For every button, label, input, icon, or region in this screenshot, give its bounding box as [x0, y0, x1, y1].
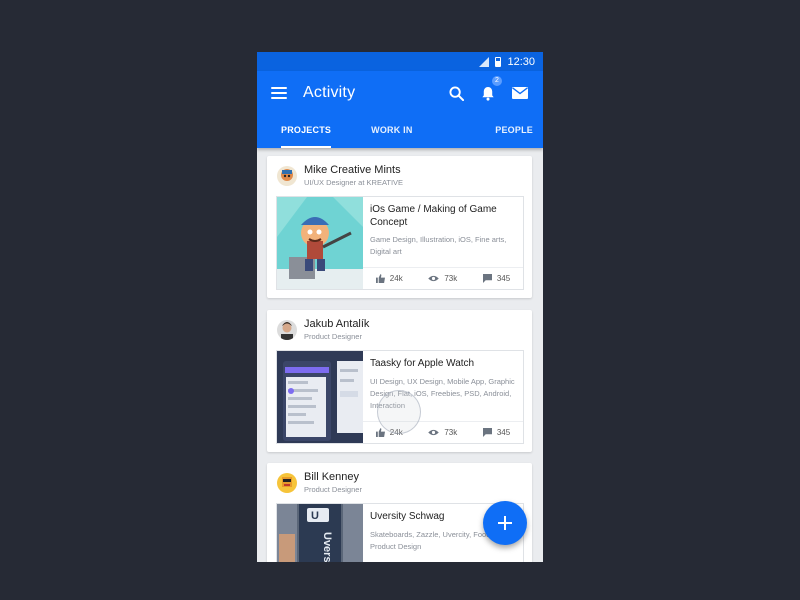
views-stat: 73k: [428, 428, 457, 437]
thumbs-up-icon: [375, 274, 385, 283]
project-card[interactable]: Mike Creative Mints UI/UX Designer at KR…: [267, 156, 532, 298]
tab-people[interactable]: PEOPLE: [495, 115, 533, 148]
comments-stat[interactable]: 345: [482, 428, 511, 437]
tab-work-in-progress[interactable]: WORK IN PROGRESS: [371, 115, 455, 165]
svg-text:Uvers: Uvers: [321, 532, 333, 562]
comment-icon: [482, 428, 492, 437]
comment-icon: [482, 274, 492, 283]
comments-count: 345: [496, 274, 511, 283]
project-tags: Game Design, Illustration, iOS, Fine art…: [370, 235, 507, 256]
signal-icon: [479, 56, 490, 67]
avatar[interactable]: [277, 166, 297, 186]
likes-stat[interactable]: 24k: [375, 274, 403, 283]
views-count: 73k: [444, 428, 458, 437]
author-name[interactable]: Bill Kenney: [304, 471, 362, 484]
menu-icon[interactable]: [271, 87, 287, 99]
battery-icon: [495, 56, 502, 67]
search-icon[interactable]: [447, 84, 465, 102]
avatar[interactable]: [277, 320, 297, 340]
eye-icon: [428, 275, 440, 282]
project-stats: 24k 73k 345: [363, 267, 523, 289]
mail-icon[interactable]: [511, 84, 529, 102]
comments-stat[interactable]: 345: [482, 274, 511, 283]
views-count: 73k: [444, 274, 458, 283]
author-role: Product Designer: [304, 484, 362, 494]
eye-icon: [428, 429, 440, 436]
likes-count: 24k: [389, 274, 403, 283]
add-fab-button[interactable]: [483, 501, 527, 545]
project-title[interactable]: iOs Game / Making of Game Concept: [370, 204, 516, 229]
views-stat: 73k: [428, 274, 457, 283]
tab-projects[interactable]: PROJECTS: [281, 115, 332, 148]
project-thumbnail[interactable]: U Uvers: [277, 504, 363, 562]
tab-bar: PROJECTS WORK IN PROGRESS PEOPLE: [257, 115, 543, 165]
bell-icon[interactable]: 2: [479, 76, 502, 102]
app-bar: Activity 2 PROJECTS WORK IN PROGRESS PEO…: [257, 71, 543, 165]
activity-feed: Mike Creative Mints UI/UX Designer at KR…: [257, 148, 543, 562]
project-title[interactable]: Taasky for Apple Watch: [370, 358, 516, 371]
project-thumbnail[interactable]: [277, 351, 363, 443]
status-bar: 12:30: [257, 52, 543, 71]
author-name[interactable]: Jakub Antalík: [304, 318, 369, 331]
author-role: UI/UX Designer at KREATIVE: [304, 177, 404, 187]
phone-screen: 12:30 Activity 2 PROJECTS WORK IN PROGRE…: [257, 52, 543, 562]
notification-badge: 2: [492, 76, 502, 86]
avatar[interactable]: [277, 473, 297, 493]
comments-count: 345: [496, 428, 511, 437]
plus-icon: [498, 516, 512, 530]
svg-text:U: U: [311, 510, 319, 522]
page-title: Activity: [303, 84, 356, 101]
status-time: 12:30: [507, 55, 535, 68]
author-role: Product Designer: [304, 331, 362, 341]
thumbs-up-icon: [375, 428, 385, 437]
touch-ripple: [377, 390, 421, 434]
project-thumbnail[interactable]: [277, 197, 363, 289]
